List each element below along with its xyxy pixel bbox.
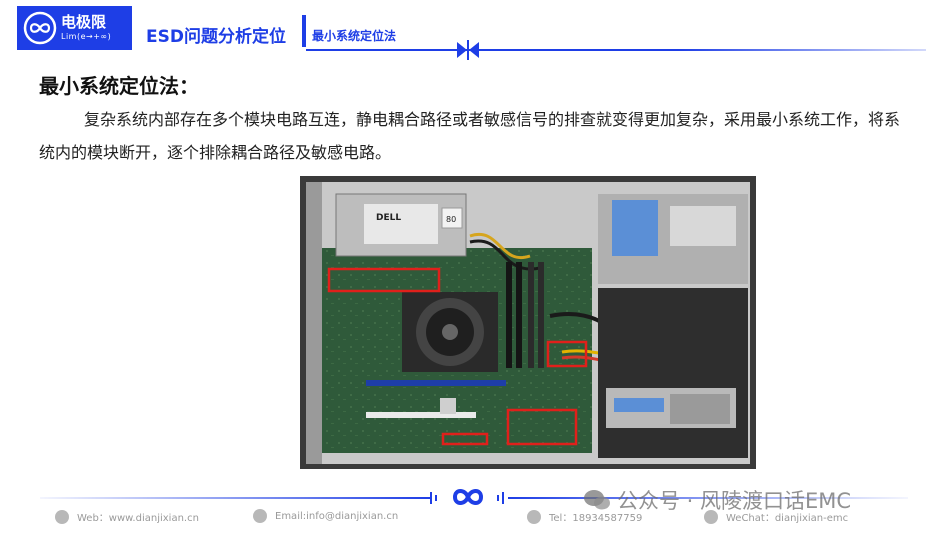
psu-brand-label: DELL	[376, 213, 401, 223]
infinity-logo-icon	[23, 11, 57, 45]
signal-ticks-icon	[430, 492, 437, 504]
section-subtitle: 最小系统定位法	[312, 29, 397, 43]
signal-ticks-icon	[497, 492, 504, 504]
footer-rule-left	[40, 497, 430, 499]
wechat-watermark: 公众号 · 风陵渡口话EMC	[583, 485, 851, 515]
logo-tagline: Lim(e→+∞)	[61, 32, 112, 41]
psu-efficiency-badge: 80	[446, 215, 456, 224]
body-paragraph: 复杂系统内部存在多个模块电路互连，静电耦合路径或者敏感信号的排查就变得更加复杂，…	[39, 110, 901, 162]
watermark-text: 公众号 · 风陵渡口话EMC	[617, 489, 852, 513]
footer-infinity-logo-icon	[452, 489, 484, 505]
header: 电极限 Lim(e→+∞) ESD问题分析定位 最小系统定位法	[0, 0, 942, 62]
email-text: Email:info@dianjixian.cn	[275, 510, 399, 522]
footer-email: Email:info@dianjixian.cn	[253, 509, 398, 523]
header-rule	[306, 49, 926, 51]
page-heading: 最小系统定位法：	[39, 74, 199, 98]
phone-icon	[527, 509, 541, 524]
brand-logo: 电极限 Lim(e→+∞)	[17, 6, 132, 50]
wechat-chat-icon	[584, 490, 610, 510]
monitor-icon	[55, 509, 69, 524]
footer-web: Web：www.dianjixian.cn	[55, 509, 199, 524]
section-title: ESD问题分析定位	[146, 27, 286, 47]
pc-chassis-photo: DELL 80	[300, 176, 756, 469]
web-text: Web：www.dianjixian.cn	[77, 513, 199, 524]
mail-icon	[253, 509, 267, 523]
bowtie-icon	[457, 40, 479, 60]
logo-name: 电极限	[61, 13, 107, 31]
chassis-illustration: DELL 80	[300, 176, 756, 469]
title-divider	[302, 15, 306, 47]
